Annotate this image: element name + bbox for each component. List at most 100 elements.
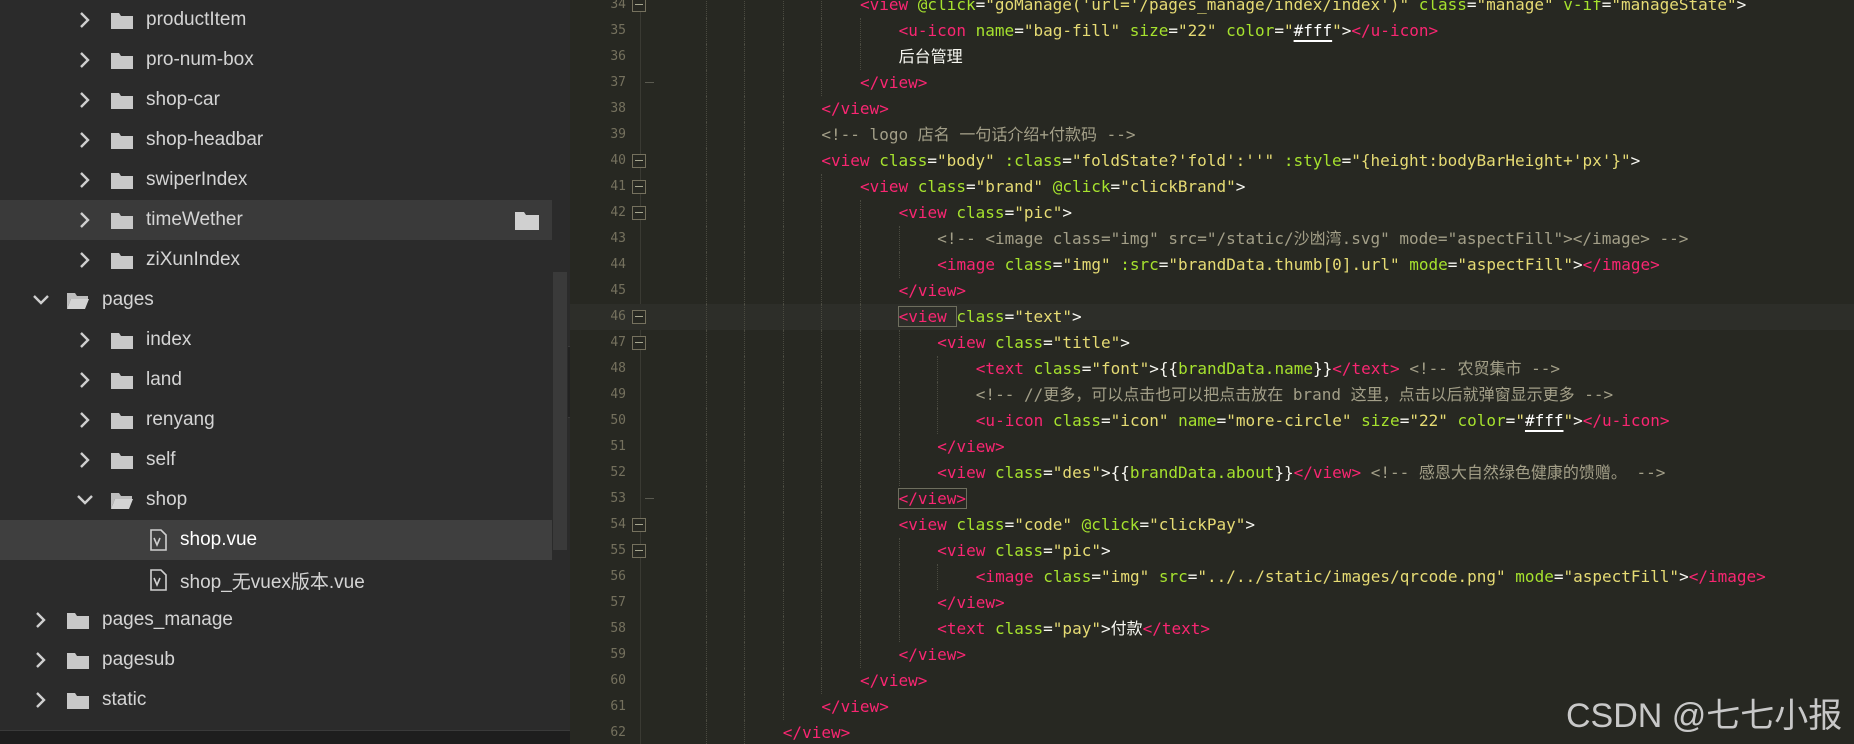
- chevron-right-icon[interactable]: [30, 609, 52, 631]
- code-line[interactable]: 47 <view class="title">: [570, 330, 1854, 356]
- folder-item[interactable]: productItem: [0, 0, 552, 40]
- folder-item[interactable]: timeWether: [0, 200, 552, 240]
- chevron-down-icon[interactable]: [74, 489, 96, 511]
- fold-toggle-icon[interactable]: [632, 0, 646, 12]
- chevron-right-icon[interactable]: [74, 9, 96, 31]
- code-token: <!-- 感恩大自然绿色健康的馈赠。 -->: [1370, 463, 1666, 482]
- code-token: =: [1158, 255, 1169, 274]
- indent-guide: [898, 252, 901, 278]
- code-line[interactable]: 45 </view>: [570, 278, 1854, 304]
- tree-item-label: timeWether: [146, 209, 243, 230]
- folder-item[interactable]: renyang: [0, 400, 552, 440]
- code-line[interactable]: 37 </view>: [570, 70, 1854, 96]
- code-line[interactable]: 55 <view class="pic">: [570, 538, 1854, 564]
- folder-item[interactable]: static: [0, 680, 552, 720]
- folder-item[interactable]: swiperIndex: [0, 160, 552, 200]
- indent-guide: [821, 18, 823, 44]
- fold-toggle-icon[interactable]: [632, 180, 646, 194]
- folder-item[interactable]: shop-headbar: [0, 120, 552, 160]
- indent-guide: [705, 460, 708, 486]
- folder-item[interactable]: pagesub: [0, 640, 552, 680]
- chevron-right-icon[interactable]: [74, 89, 96, 111]
- code-token: "22": [1177, 21, 1217, 40]
- code-line[interactable]: 43 <!-- <image class="img" src="/static/沙…: [570, 226, 1854, 252]
- chevron-right-icon[interactable]: [74, 329, 96, 351]
- line-number: 54: [610, 517, 626, 532]
- folder-item[interactable]: shop-car: [0, 80, 552, 120]
- chevron-right-icon[interactable]: [74, 449, 96, 471]
- chevron-right-icon[interactable]: [74, 49, 96, 71]
- chevron-right-icon[interactable]: [74, 129, 96, 151]
- code-line[interactable]: 56 <image class="img" src="../../static/i…: [570, 564, 1854, 590]
- code-line[interactable]: 34 <view @click="goManage('url='/pages_ma…: [570, 0, 1854, 18]
- code-line[interactable]: 52 <view class="des">{{brandData.about}}<…: [570, 460, 1854, 486]
- chevron-right-icon[interactable]: [74, 209, 96, 231]
- chevron-right-icon[interactable]: [74, 169, 96, 191]
- indent-guide: [782, 18, 785, 44]
- code-token: "icon": [1110, 411, 1169, 430]
- fold-toggle-icon[interactable]: [632, 518, 646, 532]
- code-line[interactable]: 57 </view>: [570, 590, 1854, 616]
- code-line[interactable]: 53 </view>: [570, 486, 1854, 512]
- code-line[interactable]: 40 <view class="body" :class="foldState?'…: [570, 148, 1854, 174]
- folder-item[interactable]: pages: [0, 280, 552, 320]
- folder-item[interactable]: shop: [0, 480, 552, 520]
- fold-toggle-icon[interactable]: [632, 206, 646, 220]
- folder-item[interactable]: ziXunIndex: [0, 240, 552, 280]
- code-token: "aspectFill": [1457, 255, 1574, 274]
- chevron-right-icon[interactable]: [30, 649, 52, 671]
- code-line[interactable]: 36 后台管理: [570, 44, 1854, 70]
- indent-guide: [744, 642, 746, 668]
- code-token: >: [1062, 203, 1073, 222]
- code-line[interactable]: 35 <u-icon name="bag-fill" size="22" colo…: [570, 18, 1854, 44]
- code-line[interactable]: 54 <view class="code" @click="clickPay">: [570, 512, 1854, 538]
- chevron-right-icon[interactable]: [30, 689, 52, 711]
- folder-item[interactable]: index: [0, 320, 552, 360]
- chevron-right-icon[interactable]: [74, 249, 96, 271]
- code-line[interactable]: 41 <view class="brand" @click="clickBrand…: [570, 174, 1854, 200]
- folder-item[interactable]: land: [0, 360, 552, 400]
- code-token: ": [1283, 21, 1294, 40]
- code-line[interactable]: 46 <view class="text">: [570, 304, 1854, 330]
- code-line[interactable]: 50 <u-icon class="icon" name="more-circle…: [570, 408, 1854, 434]
- code-token: </u-icon>: [1351, 21, 1439, 40]
- code-line[interactable]: 59 </view>: [570, 642, 1854, 668]
- folder-item[interactable]: self: [0, 440, 552, 480]
- indent-guide: [705, 200, 708, 226]
- code-line[interactable]: 42 <view class="pic">: [570, 200, 1854, 226]
- code-line[interactable]: 51 </view>: [570, 434, 1854, 460]
- code-line[interactable]: 49 <!-- //更多，可以点击也可以把点击放在 brand 这里，点击以后就弹…: [570, 382, 1854, 408]
- chevron-right-icon[interactable]: [74, 369, 96, 391]
- code-editor[interactable]: 34 <view @click="goManage('url='/pages_ma…: [570, 0, 1854, 744]
- code-line[interactable]: 39 <!-- logo 店名 一句话介绍+付款码 -->: [570, 122, 1854, 148]
- fold-toggle-icon[interactable]: [632, 544, 646, 558]
- folder-icon: [110, 330, 134, 350]
- fold-toggle-icon[interactable]: [632, 336, 646, 350]
- indent-guide: [782, 668, 785, 694]
- indent-guide: [744, 590, 746, 616]
- code-line[interactable]: 58 <text class="pay">付款</text>: [570, 616, 1854, 642]
- code-token: "clickBrand": [1120, 177, 1236, 196]
- indent-guide: [898, 226, 901, 252]
- chevron-down-icon[interactable]: [30, 289, 52, 311]
- line-number: 53: [610, 491, 626, 506]
- file-item[interactable]: shop.vue: [0, 520, 552, 560]
- fold-toggle-icon[interactable]: [632, 154, 646, 168]
- code-token: =: [1447, 255, 1458, 274]
- folder-icon: [66, 650, 90, 670]
- indent-guide: [860, 356, 862, 382]
- chevron-right-icon[interactable]: [74, 409, 96, 431]
- file-item[interactable]: shop_无vuex版本.vue: [0, 560, 552, 600]
- code-token: =: [1043, 541, 1053, 560]
- folder-item[interactable]: pages_manage: [0, 600, 552, 640]
- open-folder-icon[interactable]: [514, 209, 540, 231]
- fold-toggle-icon[interactable]: [632, 310, 646, 324]
- code-token: class: [1004, 255, 1053, 274]
- folder-item[interactable]: pro-num-box: [0, 40, 552, 80]
- code-line[interactable]: 44 <image class="img" :src="brandData.thu…: [570, 252, 1854, 278]
- code-line[interactable]: 48 <text class="font">{{brandData.name}}<…: [570, 356, 1854, 382]
- indent-guide: [705, 538, 708, 564]
- indent-guide: [782, 174, 785, 200]
- sidebar-scrollbar[interactable]: [553, 272, 567, 550]
- code-line[interactable]: 38 </view>: [570, 96, 1854, 122]
